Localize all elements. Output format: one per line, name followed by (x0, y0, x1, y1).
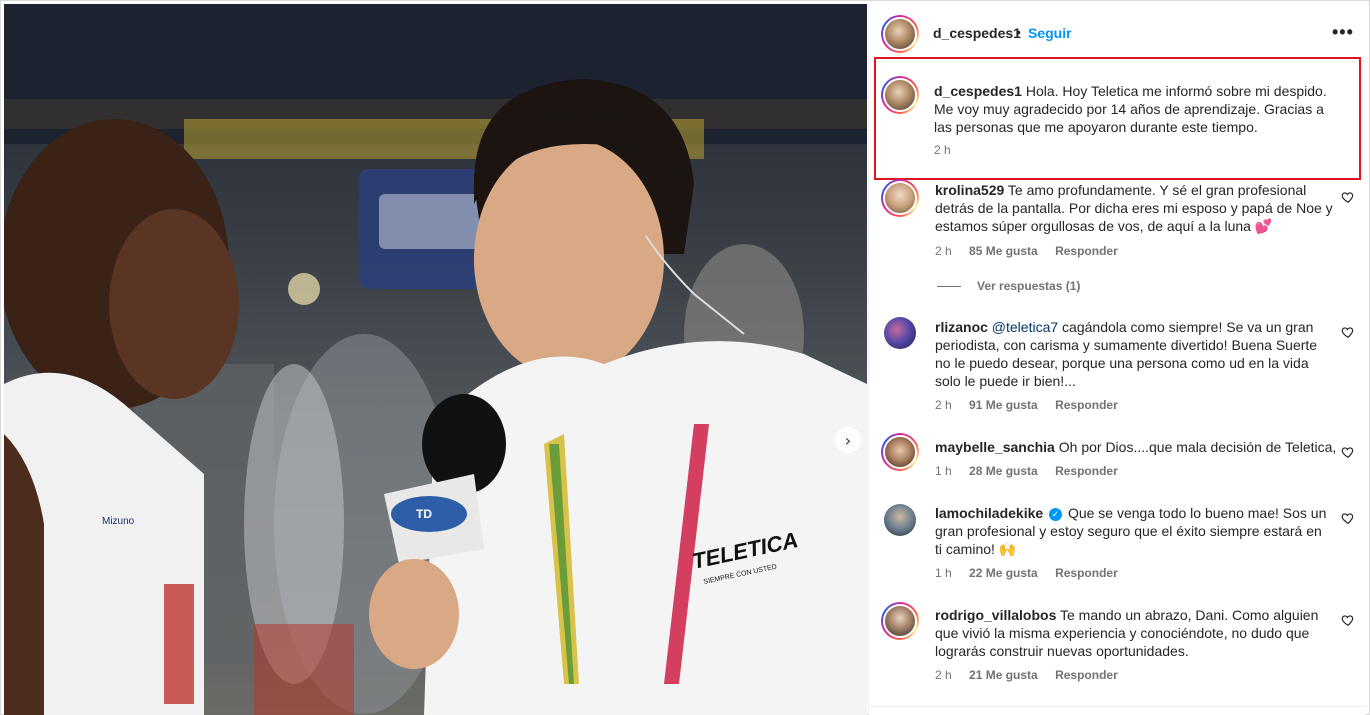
comment-meta: 2 h 85 Me gusta Responder (935, 244, 1132, 258)
like-heart-icon[interactable] (1341, 325, 1355, 339)
photo-illustration: TELETICA SIEMPRE CON USTED TD Mizuno (4, 4, 867, 715)
comment-likes[interactable]: 85 Me gusta (969, 244, 1038, 258)
comment-line: Te mando un abrazo, Dani. Como alguien (1060, 607, 1319, 623)
caption-line-3: las personas que me apoyaron durante est… (934, 119, 1258, 135)
comment-time: 1 h (935, 464, 952, 478)
caption-line-2: Me voy muy agradecido por 14 años de apr… (934, 101, 1324, 117)
reply-button[interactable]: Responder (1055, 668, 1118, 682)
mic-flag-text: TD (416, 507, 432, 521)
comment-username[interactable]: lamochiladekike (935, 505, 1043, 521)
jersey-brand-text: Mizuno (102, 516, 135, 527)
follow-button[interactable]: Seguir (1028, 25, 1072, 41)
view-replies-button[interactable]: Ver respuestas (1) (937, 279, 1080, 293)
caption-text: d_cespedes1 Hola. Hoy Teletica me inform… (934, 82, 1344, 136)
comment-meta: 2 h 91 Me gusta Responder (935, 398, 1132, 412)
comments-panel: d_cespedes1 • Seguir ••• d_cespedes1 Hol… (868, 4, 1366, 715)
author-username[interactable]: d_cespedes1 (933, 25, 1021, 41)
comment-avatar[interactable] (881, 179, 919, 217)
comment-meta: 1 h 22 Me gusta Responder (935, 566, 1132, 580)
comment-line: periodista, con carisma y sumamente dive… (935, 337, 1318, 353)
comment-line: Te amo profundamente. Y sé el gran profe… (1007, 182, 1307, 198)
comment-time: 2 h (935, 668, 952, 682)
comment-line: Oh por Dios....que mala decisión de Tele… (1058, 439, 1337, 455)
reply-button[interactable]: Responder (1055, 566, 1118, 580)
comment-line: solo le puede ir bien!... (935, 373, 1076, 389)
verified-badge-icon: ✓ (1049, 508, 1063, 521)
comment-text: rodrigo_villalobos Te mando un abrazo, D… (935, 606, 1345, 660)
comment-time: 2 h (935, 244, 952, 258)
comment-line: cagándola como siempre! Se va un gran (1062, 319, 1314, 335)
reply-button[interactable]: Responder (1055, 244, 1118, 258)
more-options-icon[interactable]: ••• (1332, 22, 1354, 43)
comment-mention-link[interactable]: @teletica7 (992, 319, 1058, 335)
comment-username[interactable]: rodrigo_villalobos (935, 607, 1056, 623)
caption-time: 2 h (934, 143, 951, 157)
comment-text: krolina529 Te amo profundamente. Y sé el… (935, 181, 1345, 235)
like-heart-icon[interactable] (1341, 511, 1355, 525)
post-photo[interactable]: TELETICA SIEMPRE CON USTED TD Mizuno › (4, 4, 867, 715)
like-heart-icon[interactable] (1341, 190, 1355, 204)
comment-text: lamochiladekike ✓ Que se venga todo lo b… (935, 504, 1345, 558)
comment-avatar[interactable] (884, 317, 916, 349)
comment-line: gran profesional y estoy seguro que el é… (935, 523, 1322, 539)
comment-line: lograrás construir nuevas oportunidades. (935, 643, 1189, 659)
author-avatar[interactable] (881, 15, 919, 53)
comment-text: rlizanoc @teletica7 cagándola como siemp… (935, 318, 1345, 390)
comment-username[interactable]: krolina529 (935, 182, 1004, 198)
comment-avatar[interactable] (881, 602, 919, 640)
comment-avatar[interactable] (884, 504, 916, 536)
post-header: d_cespedes1 • Seguir ••• (869, 4, 1366, 62)
comment-line: que vivió la misma experiencia y conocié… (935, 625, 1310, 641)
replies-divider (937, 285, 961, 287)
header-separator: • (1016, 24, 1021, 40)
panel-divider (869, 706, 1366, 707)
view-replies-label[interactable]: Ver respuestas (1) (977, 279, 1080, 293)
reply-button[interactable]: Responder (1055, 464, 1118, 478)
caption-username[interactable]: d_cespedes1 (934, 83, 1022, 99)
caption-line-1: Hola. Hoy Teletica me informó sobre mi d… (1025, 83, 1327, 99)
comment-username[interactable]: rlizanoc (935, 319, 988, 335)
caption-meta: 2 h (934, 143, 965, 157)
comment-likes[interactable]: 22 Me gusta (969, 566, 1038, 580)
comment-line: estamos súper orgullosas de vos, de aquí… (935, 218, 1273, 234)
comment-line: no le puedo desear, porque una persona c… (935, 355, 1309, 371)
reply-button[interactable]: Responder (1055, 398, 1118, 412)
comment-likes[interactable]: 91 Me gusta (969, 398, 1038, 412)
like-heart-icon[interactable] (1341, 445, 1355, 459)
comment-time: 1 h (935, 566, 952, 580)
comment-time: 2 h (935, 398, 952, 412)
comment-line: detrás de la pantalla. Por dicha eres mi… (935, 200, 1333, 216)
comment-line: Que se venga todo lo bueno mae! Sos un (1067, 505, 1327, 521)
comment-avatar[interactable] (881, 433, 919, 471)
comment-text: maybelle_sanchia Oh por Dios....que mala… (935, 438, 1345, 456)
comment-likes[interactable]: 21 Me gusta (969, 668, 1038, 682)
comment-meta: 1 h 28 Me gusta Responder (935, 464, 1132, 478)
caption-author-avatar[interactable] (881, 76, 919, 114)
carousel-next-button[interactable]: › (835, 427, 861, 453)
comment-username[interactable]: maybelle_sanchia (935, 439, 1055, 455)
comment-line: ti camino! 🙌 (935, 541, 1017, 557)
comment-likes[interactable]: 28 Me gusta (969, 464, 1038, 478)
like-heart-icon[interactable] (1341, 613, 1355, 627)
comment-meta: 2 h 21 Me gusta Responder (935, 668, 1132, 682)
